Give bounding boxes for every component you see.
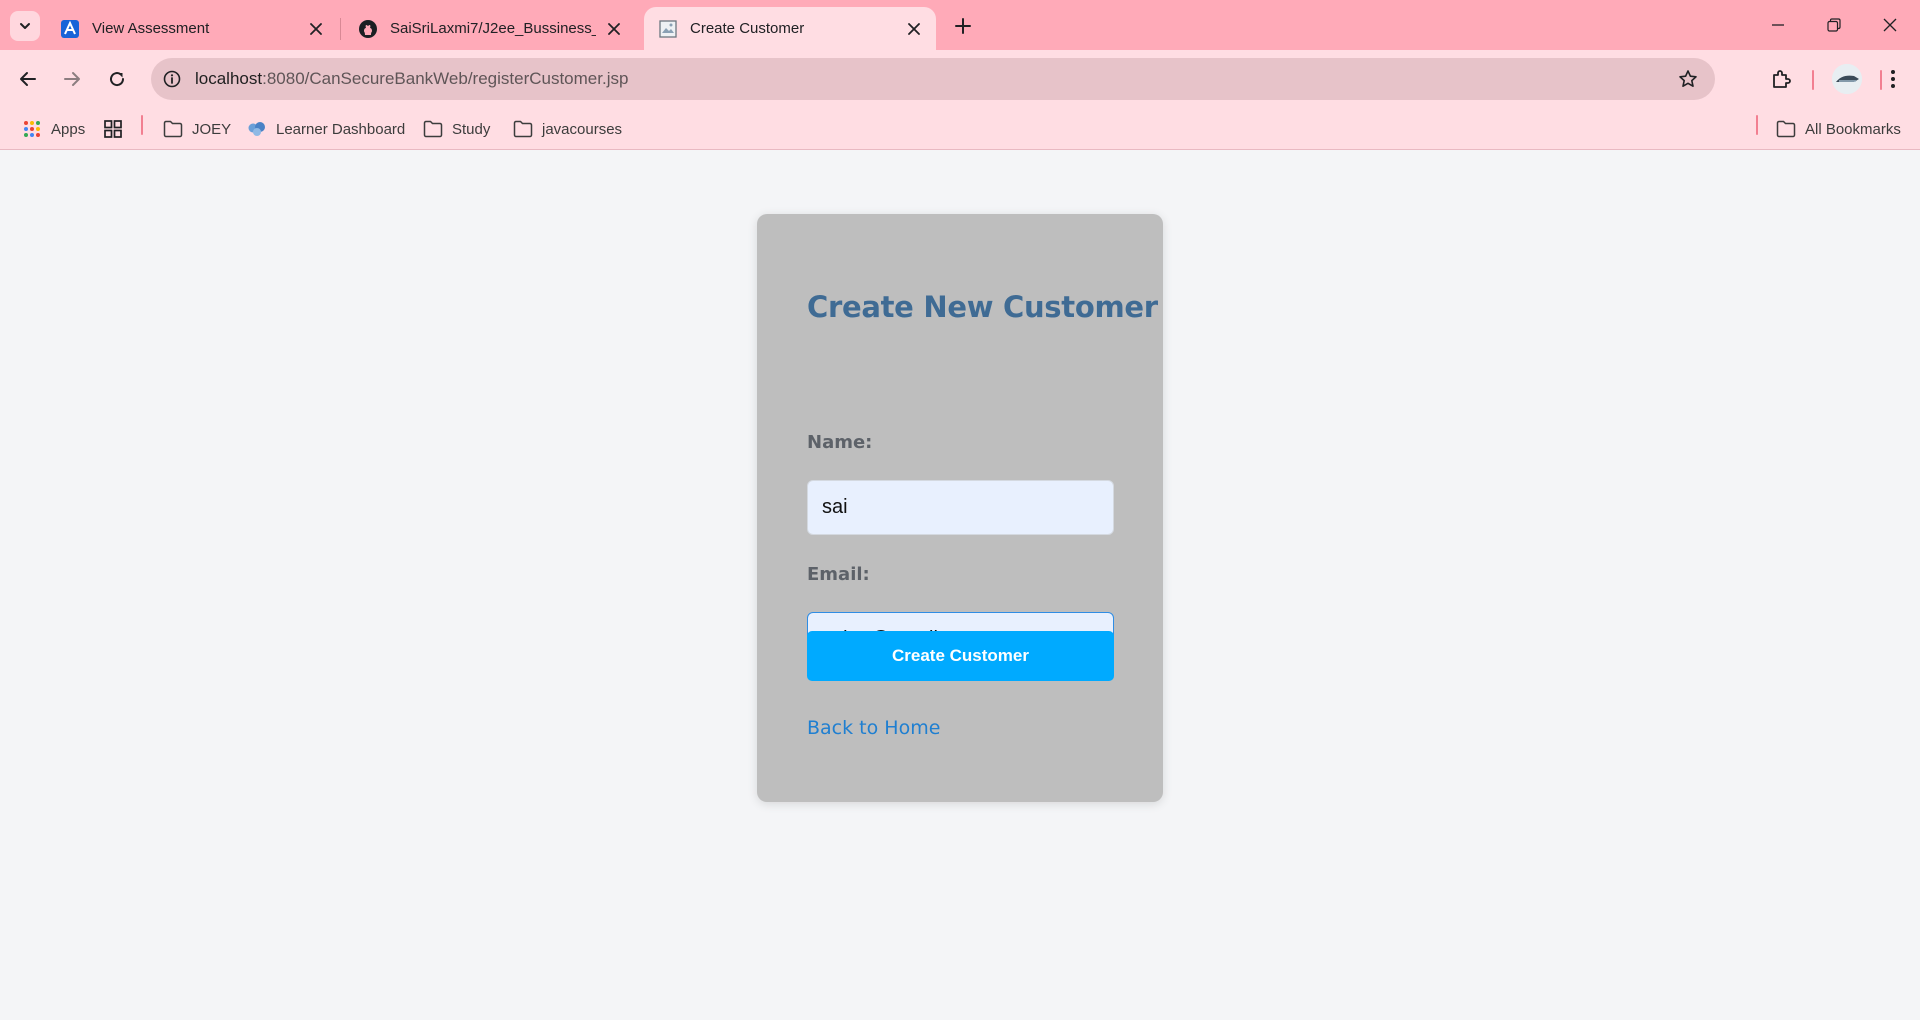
close-icon[interactable]: [604, 19, 624, 39]
bookmark-study[interactable]: Study: [423, 115, 490, 143]
tab-github[interactable]: SaiSriLaxmi7/J2ee_Bussiness_LA: [344, 7, 636, 50]
assessment-logo-icon: [60, 19, 80, 39]
email-label: Email:: [807, 564, 870, 585]
bookmarks-separator: [1756, 115, 1758, 135]
bookmark-learner-dashboard[interactable]: Learner Dashboard: [247, 115, 405, 143]
bookmark-joey[interactable]: JOEY: [163, 115, 231, 143]
close-icon: [1883, 18, 1897, 32]
back-button[interactable]: [11, 62, 45, 96]
bookmark-label: Study: [452, 120, 491, 138]
tab-title: SaiSriLaxmi7/J2ee_Bussiness_LA: [390, 20, 596, 37]
bookmark-label: JOEY: [192, 120, 232, 138]
all-bookmarks[interactable]: All Bookmarks: [1776, 115, 1901, 143]
folder-icon: [1776, 119, 1796, 139]
site-info-icon[interactable]: [155, 62, 189, 96]
close-icon[interactable]: [306, 19, 326, 39]
puzzle-icon: [1773, 70, 1791, 88]
chevron-down-icon: [20, 23, 30, 29]
toolbar-separator: [1812, 70, 1814, 90]
tab-search-button[interactable]: [10, 11, 40, 41]
bookmark-label: javacourses: [542, 120, 623, 138]
page-content: Create New Customer Name: Email: Create …: [0, 151, 1920, 1020]
bookmark-star-icon[interactable]: [1671, 62, 1705, 96]
folder-icon: [163, 119, 183, 139]
bookmark-label: Learner Dashboard: [276, 120, 406, 138]
url-text: localhost:8080/CanSecureBankWeb/register…: [195, 69, 628, 89]
apps-grid-icon: [22, 119, 42, 139]
close-icon[interactable]: [904, 19, 924, 39]
bookmark-label: Apps: [51, 120, 86, 138]
bookmarks-separator: [141, 115, 143, 135]
bookmark-apps[interactable]: Apps: [22, 115, 85, 143]
page-icon: [658, 19, 678, 39]
forward-button[interactable]: [55, 62, 89, 96]
name-label: Name:: [807, 432, 873, 453]
more-vertical-icon: [1891, 70, 1895, 88]
plus-icon: [955, 18, 971, 34]
profile-image-icon: [1832, 64, 1862, 94]
create-customer-card: Create New Customer Name: Email: Create …: [757, 214, 1163, 802]
tab-title: View Assessment: [92, 20, 210, 37]
bookmark-tab-groups[interactable]: [103, 115, 132, 143]
close-window-button[interactable]: [1862, 0, 1918, 50]
folder-icon: [423, 119, 443, 139]
minimize-icon: [1772, 24, 1784, 26]
tab-strip: View Assessment SaiSriLaxmi7/J2ee_Bussin…: [0, 0, 1920, 50]
arrow-left-icon: [20, 72, 36, 86]
bookmark-javacourses[interactable]: javacourses: [513, 115, 622, 143]
extensions-button[interactable]: [1764, 62, 1798, 96]
arrow-right-icon: [64, 72, 80, 86]
browser-toolbar: localhost:8080/CanSecureBankWeb/register…: [0, 50, 1920, 108]
tab-separator: [340, 18, 341, 40]
restore-icon: [1827, 18, 1841, 32]
address-bar[interactable]: localhost:8080/CanSecureBankWeb/register…: [151, 58, 1715, 100]
tab-title: Create Customer: [690, 20, 805, 37]
name-input[interactable]: [807, 480, 1114, 535]
folder-icon: [513, 119, 533, 139]
url-host: localhost: [195, 69, 263, 88]
new-tab-button[interactable]: [948, 11, 978, 41]
tab-groups-icon: [103, 119, 123, 139]
restore-button[interactable]: [1806, 0, 1862, 50]
create-customer-button[interactable]: Create Customer: [807, 631, 1114, 681]
reload-button[interactable]: [100, 62, 134, 96]
tab-view-assessment[interactable]: View Assessment: [46, 7, 338, 50]
browser-menu-button[interactable]: [1876, 62, 1910, 96]
back-to-home-link[interactable]: Back to Home: [807, 717, 940, 739]
page-title: Create New Customer: [807, 290, 1158, 324]
bookmarks-bar: Apps JOEY Learner Dashboard Study javaco…: [0, 108, 1920, 150]
minimize-button[interactable]: [1750, 0, 1806, 50]
learner-icon: [247, 119, 267, 139]
tab-create-customer[interactable]: Create Customer: [644, 7, 936, 50]
url-path: :8080/CanSecureBankWeb/registerCustomer.…: [262, 69, 629, 88]
profile-avatar[interactable]: [1832, 64, 1862, 94]
github-icon: [358, 19, 378, 39]
reload-icon: [110, 72, 125, 87]
all-bookmarks-label: All Bookmarks: [1805, 120, 1901, 138]
